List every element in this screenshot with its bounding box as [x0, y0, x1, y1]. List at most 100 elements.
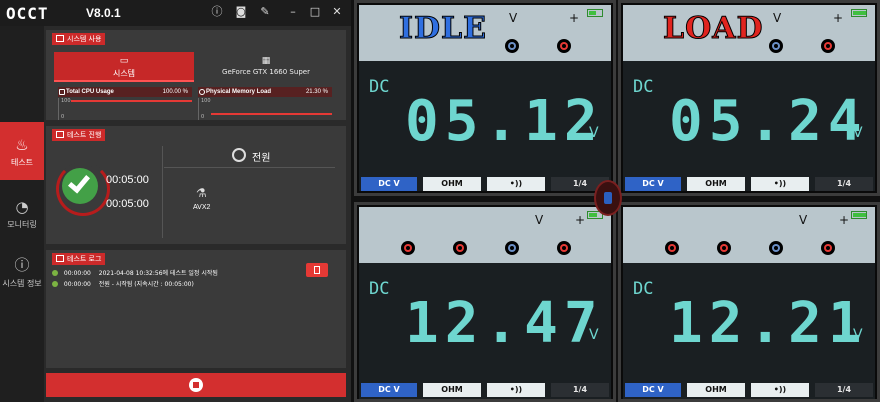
reading-value: 05.12: [405, 89, 604, 154]
plus-symbol: +: [833, 11, 844, 25]
reading-unit: V: [853, 327, 863, 343]
stop-icon: [189, 378, 203, 392]
battery-icon: [851, 9, 867, 17]
reading-value: 05.24: [669, 89, 868, 154]
watermark-logo-icon: [594, 180, 622, 216]
v-symbol: V: [799, 213, 808, 227]
v-jack-icon: [557, 241, 571, 255]
ma-jack-icon: [453, 241, 467, 255]
title-bar: OCCT V8.0.1 ⓘ ◙ ✎ – □ ✕: [0, 0, 351, 26]
softkey-page[interactable]: 1/4: [815, 177, 873, 191]
app-logo: OCCT: [6, 4, 49, 23]
mode-label: DC: [633, 279, 654, 299]
v-jack-icon: [821, 241, 835, 255]
softkey-ohm[interactable]: OHM: [687, 383, 745, 397]
wrench-icon[interactable]: ✎: [258, 5, 272, 19]
idle-tag: IDLE: [398, 11, 488, 47]
gpu-icon: ▦: [261, 56, 271, 66]
mode-label: DC: [633, 77, 654, 97]
softkey-ohm[interactable]: OHM: [423, 177, 481, 191]
log-entry: 00:00:00 전원 - 시작됨 (지속시간 : 00:05:00): [52, 279, 194, 288]
reading-value: 12.47: [405, 291, 604, 356]
softkey-continuity[interactable]: •)): [751, 177, 809, 191]
info-icon[interactable]: ⓘ: [210, 5, 224, 19]
softkey-dcv[interactable]: DC V: [361, 383, 417, 397]
multimeter-idle-12v: V + DC 12.47 V DC V OHM •)) 1/4: [354, 202, 616, 402]
instruction-set-label: AVX2: [193, 204, 211, 211]
app-version: V8.0.1: [86, 6, 121, 20]
check-icon: [62, 168, 98, 204]
cpu-usage-row: Total CPU Usage 100.00 %: [58, 87, 192, 97]
softkey-continuity[interactable]: •)): [751, 383, 809, 397]
divider: [164, 167, 335, 168]
memory-graph: 100 0: [198, 98, 332, 120]
laptop-icon: ▭: [119, 56, 129, 66]
softkey-ohm[interactable]: OHM: [687, 177, 745, 191]
success-dot-icon: [52, 270, 58, 276]
memory-icon: [199, 89, 205, 95]
v-symbol: V: [535, 213, 544, 227]
v-jack-icon: [821, 39, 835, 53]
softkey-bar: DC V OHM •)) 1/4: [359, 177, 611, 193]
softkey-page[interactable]: 1/4: [815, 383, 873, 397]
gauge-icon: ◔: [15, 198, 29, 216]
mode-label: DC: [369, 279, 390, 299]
battery-icon: [587, 9, 603, 17]
com-jack-icon: [769, 39, 783, 53]
panel-header: 테스트 진행: [52, 129, 106, 141]
softkey-dcv[interactable]: DC V: [361, 177, 417, 191]
minimize-icon[interactable]: –: [286, 5, 300, 19]
sidebar-item-test[interactable]: ♨ 테스트: [0, 122, 44, 180]
stop-test-button[interactable]: [46, 373, 346, 397]
jack-band: LOAD V +: [623, 5, 875, 61]
battery-icon: [851, 211, 867, 219]
memory-graph-line: [211, 113, 332, 115]
sidebar: ♨ 테스트 ◔ 모니터링 ⓘ 시스템 정보: [0, 26, 44, 402]
a-jack-icon: [401, 241, 415, 255]
camera-icon[interactable]: ◙: [234, 5, 248, 19]
test-progress-panel: 테스트 진행 00:05:00 00:05:00 전원 ⚗ AVX2: [46, 126, 346, 244]
v-jack-icon: [557, 39, 571, 53]
sidebar-item-system-info[interactable]: ⓘ 시스템 정보: [0, 254, 44, 306]
plus-symbol: +: [575, 213, 586, 227]
close-icon[interactable]: ✕: [330, 5, 344, 19]
softkey-dcv[interactable]: DC V: [625, 383, 681, 397]
cpu-icon: [59, 89, 65, 95]
softkey-continuity[interactable]: •)): [487, 177, 545, 191]
timer-icon: [56, 131, 64, 138]
multimeter-load-5v: LOAD V + DC 05.24 V DC V OHM •)) 1/4: [618, 0, 880, 196]
cpu-graph: 100 0: [58, 98, 192, 120]
com-jack-icon: [505, 39, 519, 53]
copy-icon: [314, 266, 320, 274]
sidebar-item-label: 시스템 정보: [2, 279, 42, 288]
reading-unit: V: [589, 125, 599, 141]
divider: [162, 146, 163, 238]
load-tag: LOAD: [663, 11, 764, 47]
copy-log-button[interactable]: [306, 263, 328, 277]
test-mode-label: 전원: [252, 153, 271, 164]
softkey-bar: DC V OHM •)) 1/4: [623, 177, 875, 193]
elapsed-time: 00:05:00: [106, 174, 149, 186]
ma-jack-icon: [717, 241, 731, 255]
reading-unit: V: [853, 125, 863, 141]
tab-system[interactable]: ▭ 시스템: [54, 52, 194, 82]
softkey-bar: DC V OHM •)) 1/4: [359, 383, 611, 399]
jack-band: V +: [359, 207, 611, 263]
log-entry: 00:00:00 2021-04-08 10:32:56에 테스트 일정 시작됨: [52, 268, 218, 277]
softkey-dcv[interactable]: DC V: [625, 177, 681, 191]
multimeter-idle-5v: IDLE V + DC 05.12 V DC V OHM •)) 1/4: [354, 0, 616, 196]
v-symbol: V: [773, 11, 782, 25]
flask-icon: ⚗: [196, 186, 207, 200]
sidebar-item-label: 테스트: [10, 158, 34, 167]
softkey-continuity[interactable]: •)): [487, 383, 545, 397]
maximize-icon[interactable]: □: [308, 5, 322, 19]
softkey-ohm[interactable]: OHM: [423, 383, 481, 397]
softkey-page[interactable]: 1/4: [551, 383, 609, 397]
mode-label: DC: [369, 77, 390, 97]
jack-band: V +: [623, 207, 875, 263]
tab-gpu[interactable]: ▦ GeForce GTX 1660 Super: [196, 52, 336, 82]
sidebar-item-monitoring[interactable]: ◔ 모니터링: [0, 198, 44, 238]
panel-header: 시스템 사용: [52, 33, 106, 45]
monitor-icon: [56, 35, 64, 42]
cpu-graph-line: [71, 100, 192, 102]
